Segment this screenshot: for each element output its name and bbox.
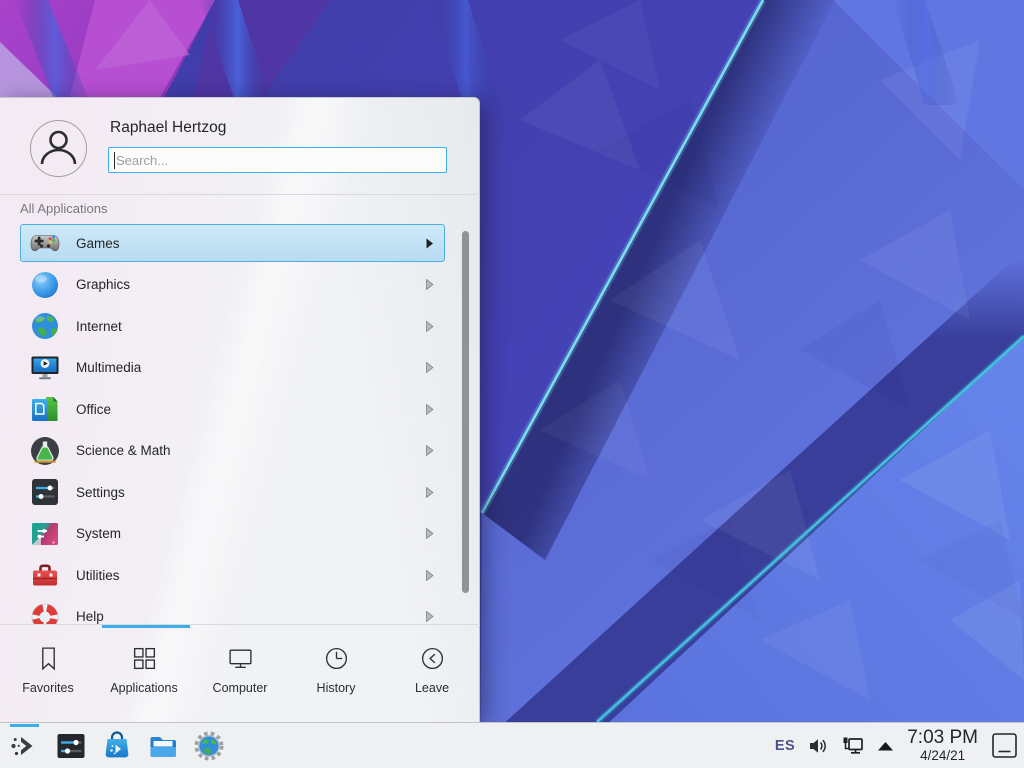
discover-taskbar-button[interactable] <box>100 726 133 766</box>
volume-icon[interactable] <box>807 735 829 757</box>
expand-tray-arrow-icon[interactable] <box>877 740 894 752</box>
taskbar-panel: ES 7:03 PM 4/24/21 <box>0 722 1024 768</box>
app-category-label: Settings <box>76 485 125 500</box>
active-tab-indicator <box>102 625 190 628</box>
scrollbar-thumb[interactable] <box>462 231 469 593</box>
app-category-multimedia[interactable]: Multimedia <box>20 349 445 387</box>
leave-icon <box>419 645 446 672</box>
app-category-label: Office <box>76 402 111 417</box>
app-category-office[interactable]: Office <box>20 390 445 428</box>
clock-time: 7:03 PM <box>907 728 978 747</box>
app-category-label: Science & Math <box>76 443 171 458</box>
system-sliders-icon <box>29 518 61 550</box>
toolbox-icon <box>29 559 61 591</box>
chevron-right-icon <box>426 528 434 539</box>
bookmark-icon <box>35 645 62 672</box>
web-browser-icon <box>193 730 225 762</box>
user-name: Raphael Hertzog <box>110 119 226 137</box>
chevron-right-icon <box>426 238 434 249</box>
grid-icon <box>131 645 158 672</box>
app-category-label: Utilities <box>76 568 120 583</box>
chevron-right-icon <box>426 404 434 415</box>
app-category-label: Internet <box>76 319 122 334</box>
app-category-science-math[interactable]: Science & Math <box>20 432 445 470</box>
application-launcher-menu: Raphael Hertzog All Applications <box>0 97 480 722</box>
app-category-games[interactable]: Games <box>20 224 445 262</box>
tab-computer[interactable]: Computer <box>192 645 288 695</box>
app-category-label: Multimedia <box>76 360 141 375</box>
file-manager-taskbar-button[interactable] <box>146 726 179 766</box>
digital-clock[interactable]: 7:03 PM 4/24/21 <box>907 728 978 763</box>
user-avatar[interactable] <box>30 120 87 177</box>
app-category-utilities[interactable]: Utilities <box>20 556 445 594</box>
app-category-graphics[interactable]: Graphics <box>20 266 445 304</box>
chevron-right-icon <box>426 445 434 456</box>
active-task-indicator <box>10 724 39 727</box>
clock-icon <box>323 645 350 672</box>
show-desktop-icon <box>991 732 1018 759</box>
text-caret <box>114 152 115 169</box>
chevron-right-icon <box>426 487 434 498</box>
tab-label: Favorites <box>22 681 73 695</box>
sliders-icon <box>29 476 61 508</box>
app-category-label: System <box>76 526 121 541</box>
search-box[interactable] <box>108 147 447 173</box>
globe-icon <box>29 310 61 342</box>
system-tray: ES <box>775 734 894 758</box>
tab-favorites[interactable]: Favorites <box>0 645 96 695</box>
monitor-play-icon <box>29 352 61 384</box>
app-category-internet[interactable]: Internet <box>20 307 445 345</box>
chevron-right-icon <box>426 321 434 332</box>
app-category-label: Graphics <box>76 277 130 292</box>
tab-label: Computer <box>213 681 268 695</box>
tab-applications[interactable]: Applications <box>96 645 192 695</box>
chevron-right-icon <box>426 570 434 581</box>
section-label: All Applications <box>20 201 107 216</box>
app-category-settings[interactable]: Settings <box>20 473 445 511</box>
header-divider <box>0 194 480 195</box>
system-settings-icon <box>55 730 87 762</box>
app-category-label: Help <box>76 609 104 624</box>
discover-icon <box>101 730 133 762</box>
tab-label: Leave <box>415 681 449 695</box>
flask-icon <box>29 435 61 467</box>
keyboard-layout-indicator[interactable]: ES <box>775 738 795 754</box>
gamepad-icon <box>29 227 61 259</box>
show-desktop-button[interactable] <box>991 732 1018 759</box>
web-browser-taskbar-button[interactable] <box>192 726 225 766</box>
sphere-icon <box>29 269 61 301</box>
clock-date: 4/24/21 <box>907 749 978 763</box>
documents-icon <box>29 393 61 425</box>
app-category-list: Games Graphics <box>0 223 480 624</box>
file-manager-icon <box>147 730 179 762</box>
lifebuoy-icon <box>29 601 61 625</box>
tab-history[interactable]: History <box>288 645 384 695</box>
computer-icon <box>227 645 254 672</box>
tab-label: Applications <box>110 681 177 695</box>
app-launcher-button[interactable] <box>8 726 41 766</box>
chevron-right-icon <box>426 362 434 373</box>
system-settings-taskbar-button[interactable] <box>54 726 87 766</box>
tab-label: History <box>317 681 356 695</box>
launcher-tab-bar: Favorites Applications <box>0 624 480 723</box>
app-category-system[interactable]: System <box>20 515 445 553</box>
chevron-right-icon <box>426 611 434 622</box>
chevron-right-icon <box>426 279 434 290</box>
wired-network-icon[interactable] <box>841 734 865 758</box>
app-launcher-icon <box>9 730 41 762</box>
search-input[interactable] <box>109 148 446 172</box>
app-category-help[interactable]: Help <box>20 598 445 625</box>
tab-leave[interactable]: Leave <box>384 645 480 695</box>
app-category-label: Games <box>76 236 120 251</box>
